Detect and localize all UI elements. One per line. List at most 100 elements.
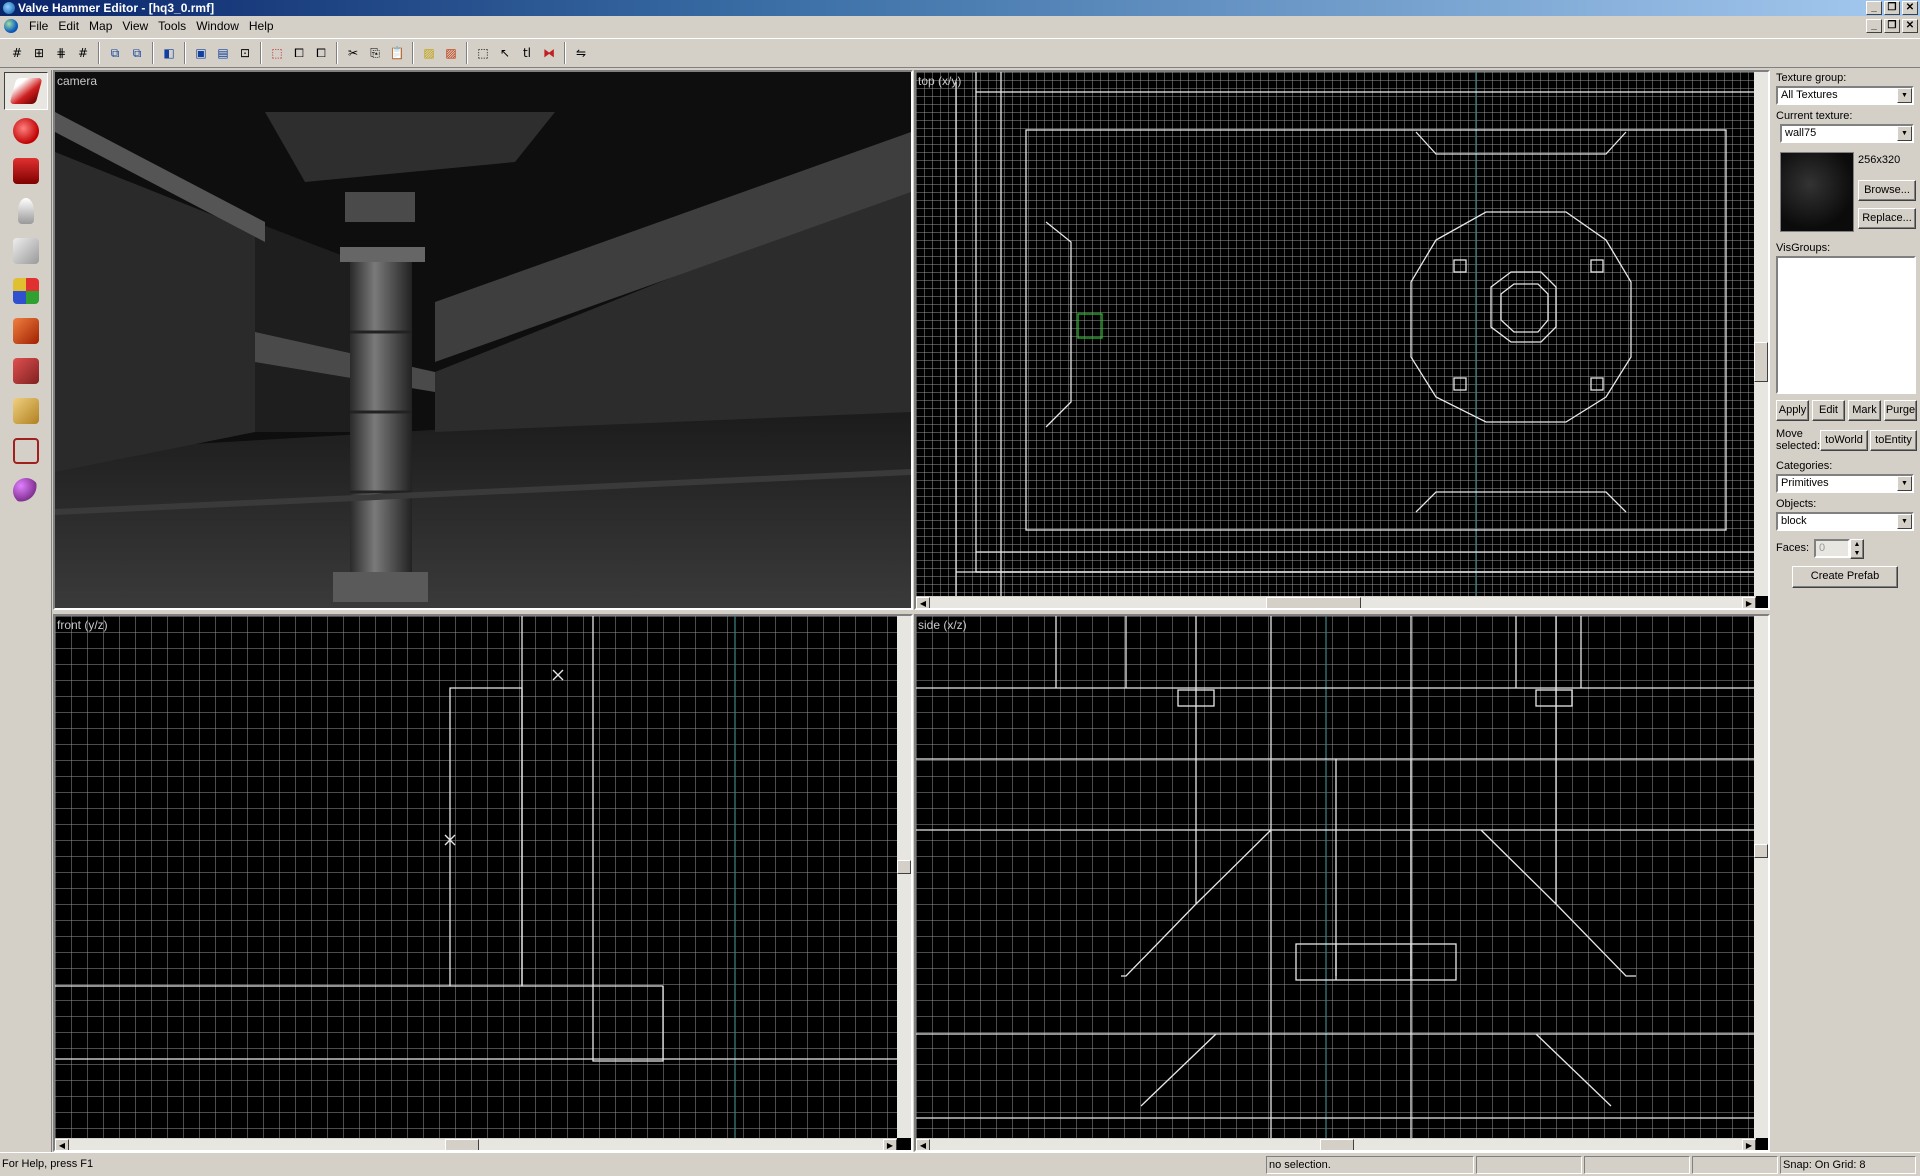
magnify-tool[interactable]	[4, 112, 48, 150]
purge-button[interactable]: Purge	[1884, 400, 1917, 421]
decal-tool[interactable]	[4, 352, 48, 390]
edit-button[interactable]: Edit	[1812, 400, 1845, 421]
paste-box-icon[interactable]: ⧠	[310, 42, 332, 64]
top-vertical-scrollbar[interactable]	[1754, 72, 1768, 596]
side-vertical-scrollbar[interactable]	[1754, 616, 1768, 1138]
scroll-thumb[interactable]	[1320, 1139, 1354, 1150]
to-world-button[interactable]: toWorld	[1820, 430, 1868, 451]
scroll-left-icon[interactable]: ◀	[916, 597, 930, 608]
3d-grid-icon[interactable]: ⊞	[28, 42, 50, 64]
front-viewport[interactable]: front (y/z) ◀ ▶	[53, 614, 913, 1152]
hazard2-icon[interactable]: ▨	[440, 42, 462, 64]
copy-icon[interactable]: ⎘	[364, 42, 386, 64]
replace-button[interactable]: Replace...	[1858, 208, 1916, 229]
menu-edit[interactable]: Edit	[53, 16, 84, 36]
doc-minimize-icon[interactable]: _	[1866, 19, 1882, 33]
document-icon[interactable]	[4, 19, 18, 33]
mark-button[interactable]: Mark	[1848, 400, 1881, 421]
pointer-tool[interactable]	[4, 72, 48, 110]
close-icon[interactable]: ✕	[1902, 1, 1918, 15]
texture-group-value: All Textures	[1781, 89, 1838, 101]
cursor-icon[interactable]: ↖	[494, 42, 516, 64]
top-horizontal-scrollbar[interactable]: ◀ ▶	[916, 596, 1756, 608]
paste-icon[interactable]: 📋	[386, 42, 408, 64]
scroll-right-icon[interactable]: ▶	[1742, 1139, 1756, 1150]
scroll-left-icon[interactable]: ◀	[55, 1139, 69, 1150]
restore-icon[interactable]: ❐	[1884, 1, 1900, 15]
scroll-thumb[interactable]	[445, 1139, 479, 1150]
group-icon[interactable]: ⧉	[104, 42, 126, 64]
flip-icon[interactable]: ⧓	[538, 42, 560, 64]
menu-help[interactable]: Help	[244, 16, 279, 36]
chevron-down-icon[interactable]: ▼	[1897, 126, 1912, 141]
scroll-right-icon[interactable]: ▶	[883, 1139, 897, 1150]
block-tool[interactable]	[4, 232, 48, 270]
select-icon[interactable]: ⬚	[472, 42, 494, 64]
menu-map[interactable]: Map	[84, 16, 117, 36]
cut-icon[interactable]: ✂	[342, 42, 364, 64]
front-horizontal-scrollbar[interactable]: ◀ ▶	[55, 1138, 897, 1150]
grid-small-icon[interactable]: ⋕	[50, 42, 72, 64]
menu-window[interactable]: Window	[191, 16, 244, 36]
document-window-controls: _ ❐ ✕	[1866, 19, 1918, 33]
objects-select[interactable]: block ▼	[1776, 512, 1914, 531]
scroll-left-icon[interactable]: ◀	[916, 1139, 930, 1150]
menu-tools[interactable]: Tools	[153, 16, 191, 36]
scroll-thumb[interactable]	[1266, 597, 1361, 608]
chevron-down-icon[interactable]: ▼	[1897, 88, 1912, 103]
scroll-thumb[interactable]	[897, 860, 911, 874]
path-tool[interactable]	[4, 472, 48, 510]
hazard-icon[interactable]: ▨	[418, 42, 440, 64]
minimize-icon[interactable]: _	[1866, 1, 1882, 15]
scroll-thumb[interactable]	[1754, 342, 1768, 382]
camera-tool[interactable]	[4, 152, 48, 190]
top-viewport[interactable]: top (x/y) ◀ ▶	[914, 70, 1770, 610]
vertex-tool[interactable]	[4, 432, 48, 470]
cordon-icon[interactable]: ⊡	[234, 42, 256, 64]
clip-tool[interactable]	[4, 392, 48, 430]
chevron-down-icon[interactable]: ▼	[1897, 514, 1912, 529]
app-icon	[3, 2, 15, 14]
ungroup-icon[interactable]: ⧉	[126, 42, 148, 64]
window-title: Valve Hammer Editor - [hq3_0.rmf]	[18, 1, 215, 15]
menu-file[interactable]: File	[24, 16, 53, 36]
texture-lock-icon[interactable]: tl	[516, 42, 538, 64]
texture-preview	[1780, 152, 1854, 232]
categories-select[interactable]: Primitives ▼	[1776, 474, 1914, 493]
grid-large-icon[interactable]: #	[72, 42, 94, 64]
camera-viewport[interactable]: camera	[53, 70, 913, 610]
visgroups-list[interactable]	[1776, 256, 1916, 394]
carve-icon[interactable]: ◧	[158, 42, 180, 64]
browse-button[interactable]: Browse...	[1858, 180, 1916, 201]
chevron-down-icon[interactable]: ▼	[1897, 476, 1912, 491]
create-prefab-button[interactable]: Create Prefab	[1792, 566, 1898, 588]
camera-icon	[13, 158, 39, 184]
texture-group-select[interactable]: All Textures ▼	[1776, 86, 1914, 105]
front-vertical-scrollbar[interactable]	[897, 616, 911, 1138]
hide-icon[interactable]: ▣	[190, 42, 212, 64]
apply-button[interactable]: Apply	[1776, 400, 1809, 421]
side-viewport[interactable]: side (x/z) ◀ ▶	[914, 614, 1770, 1152]
red-box-icon[interactable]: ⬚	[266, 42, 288, 64]
entity-tool[interactable]	[4, 192, 48, 230]
faces-spinner-icon[interactable]: ▲ ▼	[1850, 539, 1864, 559]
texture-icon	[13, 278, 39, 304]
texture-size: 256x320	[1858, 154, 1901, 166]
doc-restore-icon[interactable]: ❐	[1884, 19, 1900, 33]
apply-texture-tool[interactable]	[4, 312, 48, 350]
map-icon[interactable]: ⇋	[570, 42, 592, 64]
to-entity-button[interactable]: toEntity	[1870, 430, 1917, 451]
decal-icon	[13, 358, 39, 384]
clip-icon	[13, 398, 39, 424]
side-horizontal-scrollbar[interactable]: ◀ ▶	[916, 1138, 1756, 1150]
scroll-right-icon[interactable]: ▶	[1742, 597, 1756, 608]
scroll-thumb[interactable]	[1754, 844, 1768, 858]
texture-tool[interactable]	[4, 272, 48, 310]
current-texture-select[interactable]: wall75 ▼	[1780, 124, 1914, 143]
menu-view[interactable]: View	[117, 16, 153, 36]
copy-box-icon[interactable]: ⧠	[288, 42, 310, 64]
doc-close-icon[interactable]: ✕	[1902, 19, 1918, 33]
faces-input[interactable]: 0	[1814, 539, 1850, 558]
show-icon[interactable]: ▤	[212, 42, 234, 64]
grid-icon[interactable]: #	[6, 42, 28, 64]
